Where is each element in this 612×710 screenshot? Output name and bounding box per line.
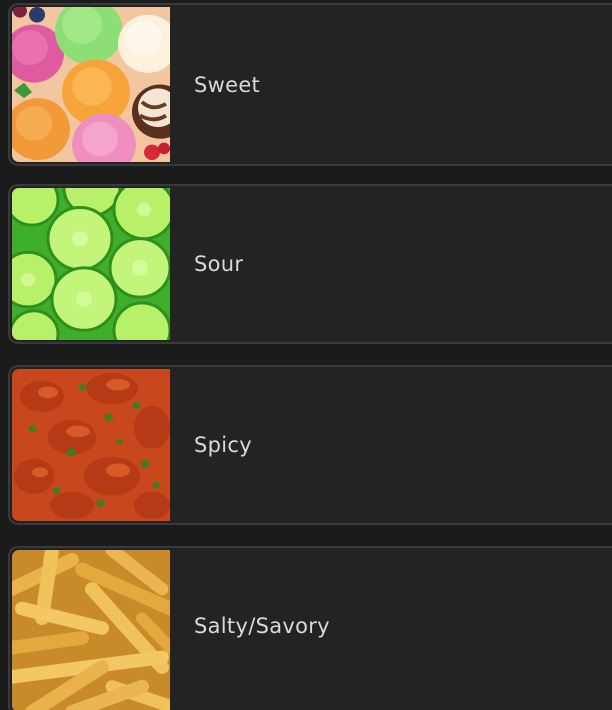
flavor-list: Sweet Sour Spicy Salty/Savory [0,0,612,710]
flavor-card-sweet[interactable]: Sweet [8,3,612,166]
flavor-label: Sour [194,252,244,276]
flavor-card-salty-savory[interactable]: Salty/Savory [8,546,612,710]
flavor-card-spicy[interactable]: Spicy [8,365,612,525]
flavor-label: Sweet [194,72,261,97]
flavor-label: Salty/Savory [194,614,330,639]
curry-image [12,369,170,521]
flavor-card-sour[interactable]: Sour [8,184,612,344]
lime-image [12,188,170,340]
ice-cream-image [12,7,170,162]
flavor-label: Spicy [194,433,252,457]
french-fries-image [12,550,170,710]
